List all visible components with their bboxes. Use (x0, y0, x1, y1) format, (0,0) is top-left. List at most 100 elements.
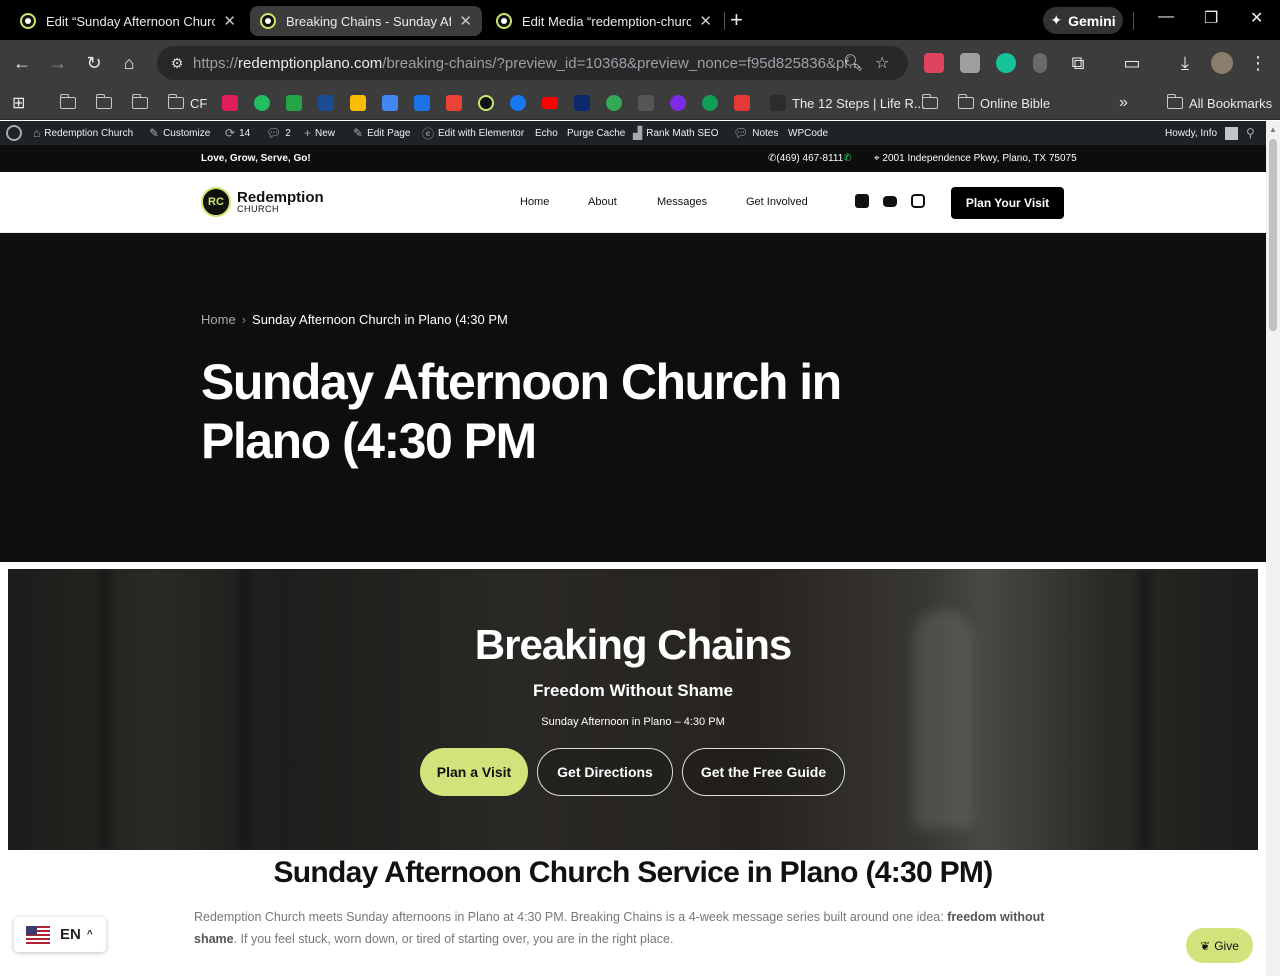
gmail-icon[interactable] (446, 93, 462, 113)
plan-your-visit-button[interactable]: Plan Your Visit (951, 187, 1064, 219)
sheets-icon[interactable] (606, 93, 622, 113)
site-info-icon[interactable]: ⚙ (167, 53, 187, 73)
extension-icon[interactable] (960, 53, 980, 73)
wp-comments[interactable]: 💬︎ 2 (266, 121, 291, 145)
breadcrumb-home[interactable]: Home (201, 312, 236, 327)
bookmark-folder[interactable] (921, 93, 944, 113)
extensions-puzzle-icon[interactable]: ⧉ (1066, 52, 1090, 74)
profile-avatar[interactable] (1211, 52, 1233, 74)
address-bar[interactable]: ⚙ https://redemptionplano.com/breaking-c… (157, 46, 908, 80)
all-bookmarks-button[interactable]: All Bookmarks (1166, 93, 1272, 113)
phone-link[interactable]: ✆(469) 467-8111✆ (768, 153, 852, 164)
back-icon[interactable]: ← (10, 52, 34, 74)
instagram-icon[interactable] (911, 194, 925, 208)
forward-icon[interactable]: → (46, 52, 70, 74)
close-icon[interactable]: ✕ (459, 12, 472, 30)
calendar-icon[interactable] (414, 93, 430, 113)
url-text[interactable]: https://redemptionplano.com/breaking-cha… (193, 55, 861, 72)
menu-kebab-icon[interactable]: ⋮ (1246, 52, 1270, 74)
bookmark-icon[interactable] (318, 93, 334, 113)
docs-icon[interactable] (382, 93, 398, 113)
slack-icon[interactable] (222, 93, 238, 113)
tab-edit-page[interactable]: Edit “Sunday Afternoon Church ✕ (10, 6, 246, 36)
wp-new[interactable]: + New (304, 121, 335, 145)
close-icon[interactable]: ✕ (699, 12, 712, 30)
tab-breaking-chains[interactable]: Breaking Chains - Sunday Aftern ✕ (250, 6, 482, 36)
pocket-icon[interactable] (924, 53, 944, 73)
nav-get-involved[interactable]: Get Involved (746, 196, 808, 208)
tab-search-icon[interactable]: ▭ (1120, 52, 1144, 74)
free-guide-button[interactable]: Get the Free Guide (682, 748, 845, 796)
bookmark-12-steps[interactable]: The 12 Steps | Life R... (770, 93, 925, 113)
wp-echo[interactable]: Echo (535, 121, 558, 145)
bookmark-folder[interactable] (131, 93, 154, 113)
nav-about[interactable]: About (588, 196, 617, 208)
wp-purge-cache[interactable]: Purge Cache (567, 121, 625, 145)
facebook-icon[interactable] (510, 93, 526, 113)
page-scrollbar[interactable]: ▲ (1266, 121, 1280, 976)
zoom-icon[interactable]: 🔍︎ (843, 53, 863, 73)
bookmark-icon[interactable] (286, 93, 302, 113)
wp-edit-page[interactable]: ✎ Edit Page (353, 121, 410, 145)
close-icon[interactable]: ✕ (223, 12, 236, 30)
wp-wpcode[interactable]: WPCode (788, 121, 828, 145)
address-link[interactable]: ⌖ 2001 Independence Pkwy, Plano, TX 7507… (874, 153, 1077, 164)
apps-grid-icon[interactable]: ⊞ (12, 93, 25, 113)
bookmark-star-icon[interactable]: ☆ (875, 53, 889, 73)
gemini-button[interactable]: ✦ Gemini (1043, 7, 1123, 34)
microphone-icon[interactable] (1033, 53, 1047, 73)
give-button[interactable]: ❦ Give (1186, 928, 1253, 963)
tab-title: Edit “Sunday Afternoon Church (46, 13, 216, 29)
wp-edit-elementor[interactable]: ⓔ Edit with Elementor (422, 121, 524, 145)
breadcrumb-current: Sunday Afternoon Church in Plano (4:30 P… (252, 312, 508, 327)
new-tab-button[interactable]: + (730, 8, 743, 32)
search-icon[interactable]: ⚲ (1246, 121, 1255, 145)
notes-icon: 💬︎ (733, 126, 749, 140)
bookmark-icon[interactable] (638, 93, 654, 113)
canva-icon[interactable] (670, 93, 686, 113)
bookmark-folder-cf[interactable]: CF (167, 93, 207, 113)
comment-icon: 💬︎ (266, 126, 282, 140)
restore-icon[interactable]: ❐ (1204, 8, 1218, 28)
youtube-icon[interactable] (883, 196, 897, 207)
get-directions-button[interactable]: Get Directions (537, 748, 673, 796)
home-icon[interactable]: ⌂ (117, 52, 141, 74)
language-switcher[interactable]: EN ^ (14, 917, 106, 952)
tab-edit-media[interactable]: Edit Media “redemption-church ✕ (486, 6, 722, 36)
bookmarks-overflow-icon[interactable]: » (1119, 93, 1128, 113)
folder-icon (59, 94, 76, 109)
bookmark-icon[interactable] (734, 93, 750, 113)
plan-a-visit-button[interactable]: Plan a Visit (420, 748, 528, 796)
nav-home[interactable]: Home (520, 196, 549, 208)
youtube-icon[interactable] (542, 93, 558, 113)
bookmark-folder[interactable] (95, 93, 118, 113)
bookmark-folder-online-bible[interactable]: Online Bible (957, 93, 1050, 113)
wp-notes[interactable]: 💬︎ Notes (733, 121, 778, 145)
bookmark-icon[interactable] (574, 93, 590, 113)
minimize-icon[interactable]: — (1158, 8, 1174, 26)
keep-icon[interactable] (350, 93, 366, 113)
wp-customize[interactable]: ✎ Customize (149, 121, 210, 145)
breadcrumb-separator: › (241, 312, 247, 327)
wp-site-name[interactable]: ⌂ Redemption Church (33, 121, 133, 145)
wordpress-logo-icon[interactable] (6, 121, 22, 145)
wp-updates[interactable]: ⟳ 14 (225, 121, 250, 145)
gemini-label: Gemini (1068, 12, 1116, 29)
home-icon: ⌂ (33, 126, 41, 140)
bookmark-folder[interactable] (59, 93, 82, 113)
scroll-up-icon[interactable]: ▲ (1269, 125, 1277, 134)
site-favicon-icon[interactable] (478, 93, 494, 113)
site-favicon-icon (20, 13, 36, 29)
gloo-icon[interactable] (254, 93, 270, 113)
grammarly-icon[interactable] (996, 53, 1016, 73)
facebook-icon[interactable] (855, 194, 869, 208)
nav-messages[interactable]: Messages (657, 196, 707, 208)
bookmark-icon[interactable] (702, 93, 718, 113)
download-icon[interactable]: ⤓ (1173, 52, 1197, 74)
scrollbar-thumb[interactable] (1269, 139, 1277, 331)
reload-icon[interactable]: ↻ (82, 52, 106, 74)
wp-rank-math[interactable]: ▟ Rank Math SEO (633, 121, 719, 145)
wp-howdy[interactable]: Howdy, Info (1165, 121, 1239, 145)
site-logo[interactable]: RC Redemption CHURCH (201, 187, 324, 217)
close-window-icon[interactable]: ✕ (1250, 8, 1263, 28)
